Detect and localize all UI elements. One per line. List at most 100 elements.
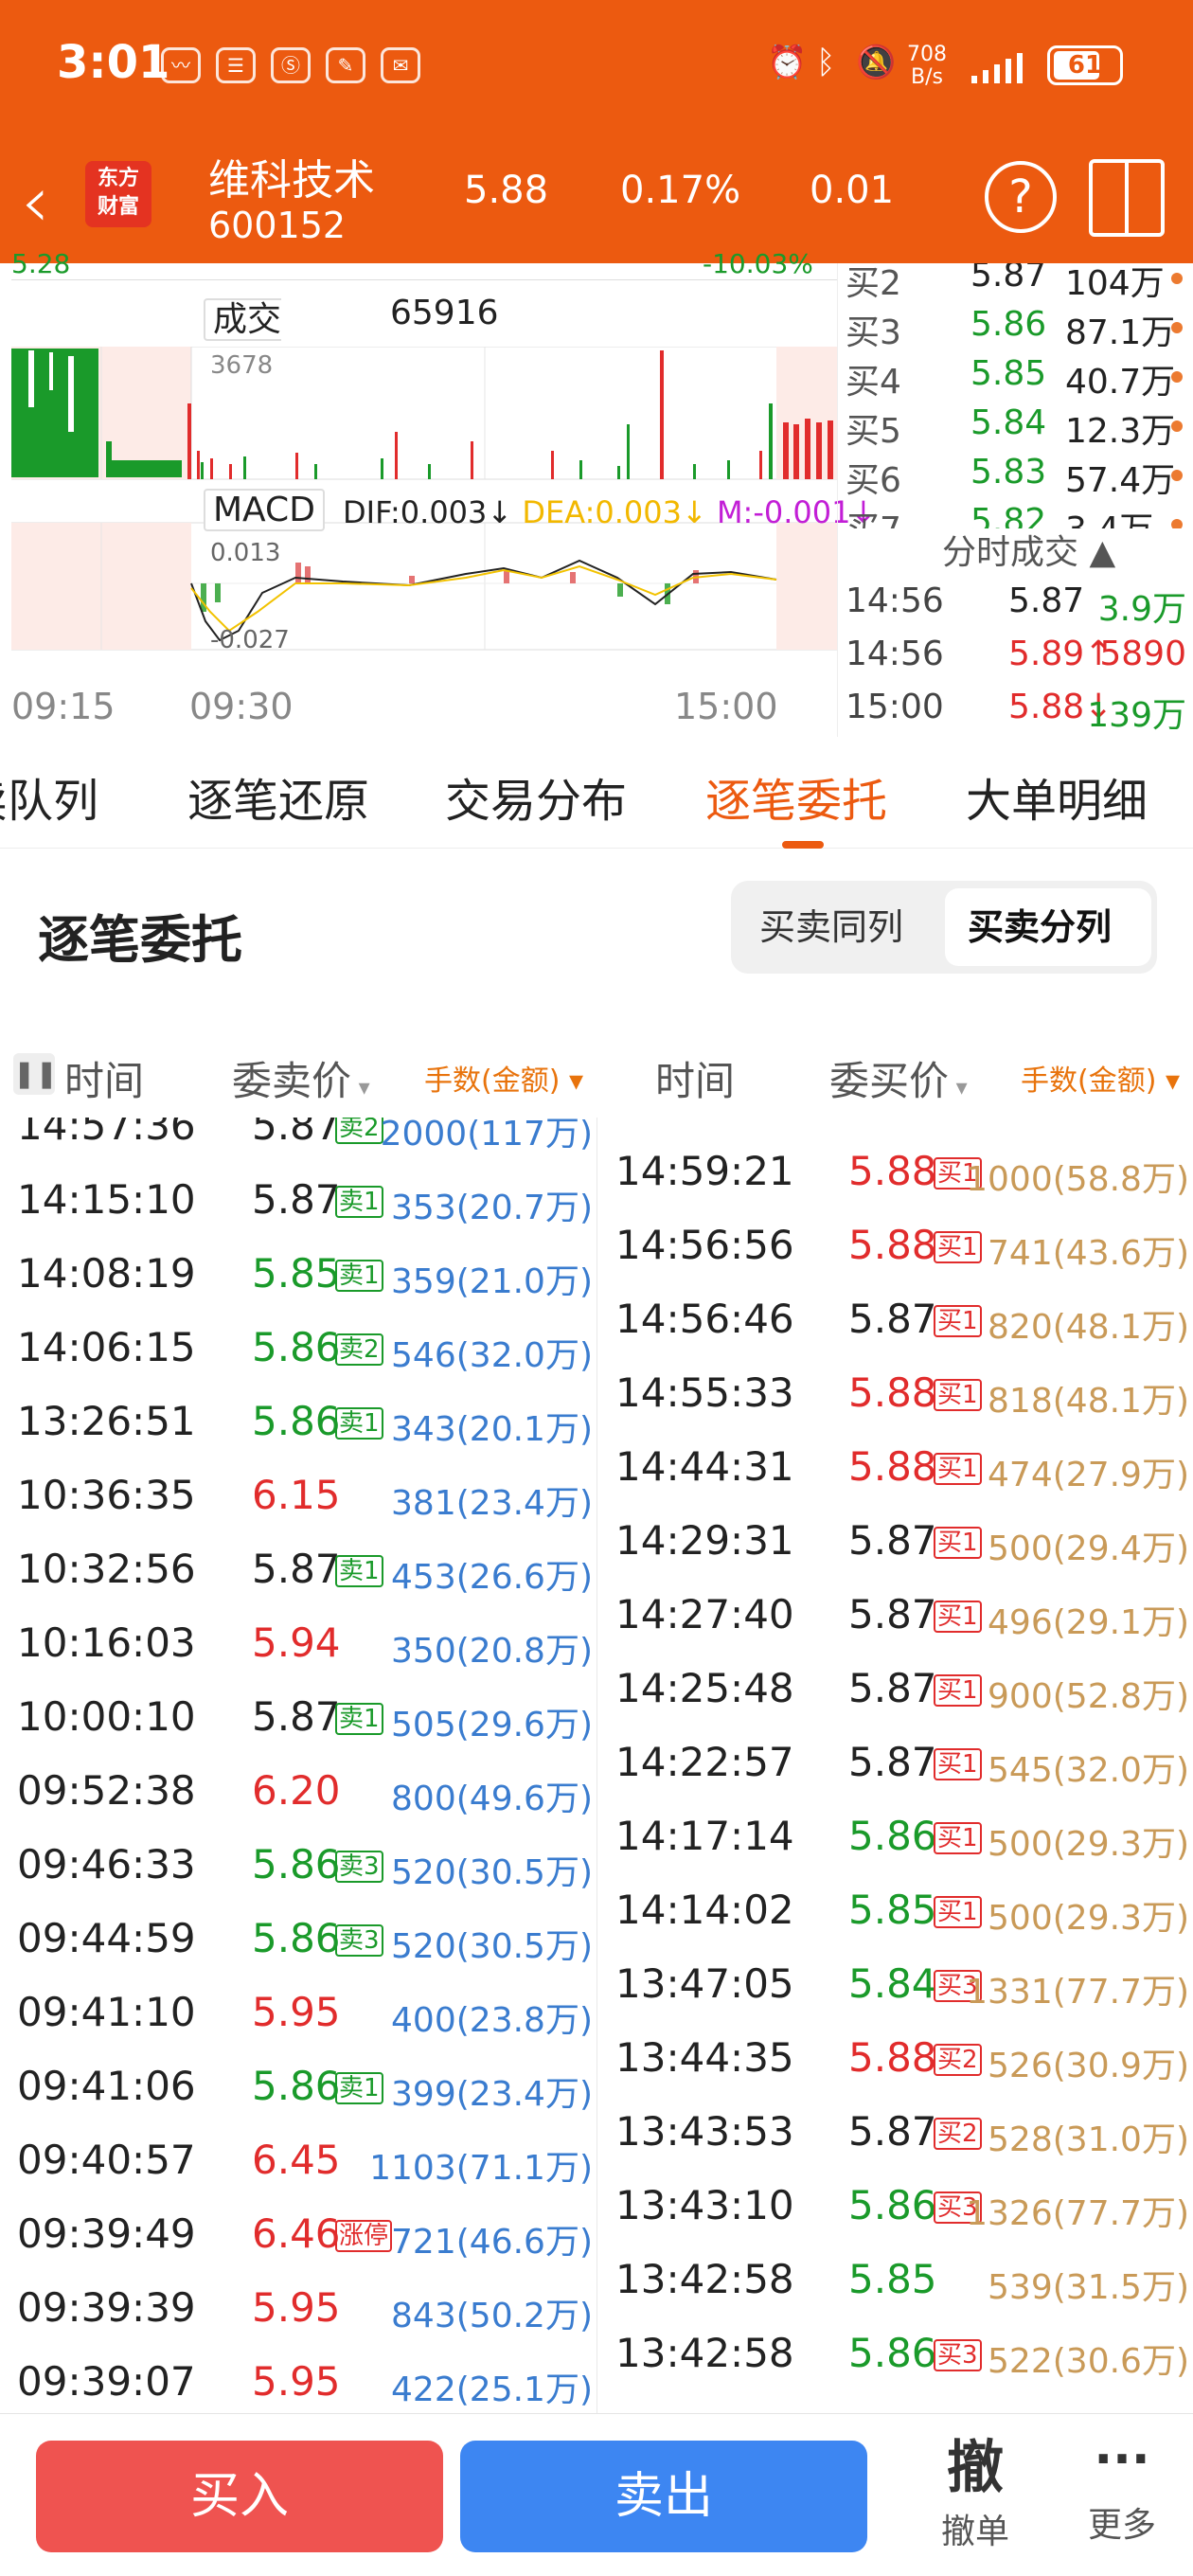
tab-large-orders[interactable]: 大单明细	[966, 763, 1148, 830]
order-price: 5.86	[848, 1813, 937, 1859]
buy-order-row: 13:43:53 5.87 买2 528(31.0万)	[598, 2097, 1193, 2171]
buy-button[interactable]: 买入	[36, 2441, 443, 2552]
order-tag: 买1	[934, 1305, 982, 1337]
order-tag: 买1	[934, 1674, 982, 1707]
order-book-price: 5.85	[970, 354, 1047, 393]
col-buy-price[interactable]: 委买价 ▾	[829, 1049, 968, 1107]
sell-order-row: 14:15:10 5.87 卖1 353(20.7万)	[0, 1165, 596, 1239]
order-time: 14:57:36	[17, 1118, 196, 1149]
help-icon[interactable]: ?	[985, 161, 1057, 233]
col-amount[interactable]: 手数(金额) ▾	[424, 1057, 583, 1099]
order-price: 5.87	[848, 1517, 937, 1564]
order-amount: 500(29.3万)	[988, 1825, 1189, 1864]
tab-order-by-order[interactable]: 逐笔委托	[705, 763, 887, 830]
buy-order-row: 14:55:33 5.88 买1 818(48.1万)	[598, 1358, 1193, 1432]
order-time: 14:25:48	[615, 1665, 794, 1711]
order-price: 5.94	[252, 1619, 341, 1666]
sell-order-row: 09:41:06 5.86 卖1 399(23.4万)	[0, 2051, 596, 2125]
segment-combined[interactable]: 买卖同列	[759, 898, 903, 950]
time-label-930: 09:30	[189, 686, 294, 727]
buy-order-row: 14:29:31 5.87 买1 500(29.4万)	[598, 1506, 1193, 1580]
order-book-volume: 104万	[1065, 264, 1165, 303]
tab-tick-restore[interactable]: 逐笔还原	[187, 763, 369, 830]
buy-order-row: 13:47:05 5.84 买3 1331(77.7万)	[598, 1949, 1193, 2023]
order-time: 09:40:57	[17, 2137, 196, 2183]
buy-order-row: 14:17:14 5.86 买1 500(29.3万)	[598, 1801, 1193, 1875]
order-book-dot-icon	[1171, 470, 1183, 481]
buy-order-row: 13:44:35 5.88 买2 526(30.9万)	[598, 2023, 1193, 2097]
order-time: 13:42:58	[615, 2256, 794, 2302]
stock-header: ‹ 东方 财富 维科技术 600152 5.88 0.17% 0.01 ?	[0, 140, 1193, 263]
order-price: 5.86	[252, 2063, 341, 2109]
order-price: 5.88	[848, 2034, 937, 2081]
more-button[interactable]: ··· 更多	[1079, 2422, 1165, 2547]
pause-icon[interactable]: ❚❚	[13, 1053, 58, 1095]
order-price: 5.87	[252, 1118, 341, 1149]
split-panel-icon[interactable]	[1089, 159, 1165, 237]
sell-order-row: 09:41:10 5.95 400(23.8万)	[0, 1977, 596, 2051]
segment-split[interactable]: 买卖分列	[968, 898, 1112, 950]
stock-name[interactable]: 维科技术	[208, 146, 375, 206]
macd-axis-top: 0.013	[210, 539, 280, 567]
sell-order-row: 09:44:59 5.86 卖3 520(30.5万)	[0, 1904, 596, 1977]
order-time: 14:27:40	[615, 1591, 794, 1637]
order-time: 14:56:46	[615, 1296, 794, 1342]
mute-icon: 🔕	[856, 44, 897, 81]
order-price: 5.95	[252, 2358, 341, 2405]
order-book-label: 买2	[846, 264, 901, 303]
order-price: 5.86	[848, 2330, 937, 2376]
back-icon[interactable]: ‹	[21, 159, 49, 243]
order-tag: 卖1	[335, 1186, 383, 1218]
tick-row: 15:00 5.88↓ 139万	[838, 688, 1193, 741]
tick-time: 15:00	[846, 688, 944, 726]
order-time: 13:42:58	[615, 2330, 794, 2376]
order-book-row: 买2 5.87 104万	[838, 263, 1193, 305]
tick-volume: 5890	[1099, 635, 1186, 673]
order-tag: 买1	[934, 1231, 982, 1263]
section-title: 逐笔委托	[38, 910, 242, 970]
order-amount: 545(32.0万)	[988, 1751, 1189, 1790]
col-amount-buy[interactable]: 手数(金额) ▾	[1021, 1057, 1180, 1099]
order-time: 09:39:49	[17, 2210, 196, 2257]
order-amount: 496(29.1万)	[988, 1603, 1189, 1642]
tick-price: 5.89↑	[1008, 635, 1113, 673]
sell-order-row: 09:39:07 5.95 422(25.1万)	[0, 2347, 596, 2413]
order-price: 6.15	[252, 1472, 341, 1518]
order-price: 6.45	[252, 2137, 341, 2183]
order-amount: 500(29.4万)	[988, 1530, 1189, 1568]
order-time: 09:52:38	[17, 1767, 196, 1814]
tick-header[interactable]: 分时成交 ▲	[942, 525, 1115, 574]
tab-sell-queue[interactable]: 卖队列	[0, 763, 98, 830]
sell-button[interactable]: 卖出	[460, 2441, 867, 2552]
order-time: 14:56:56	[615, 1222, 794, 1268]
sell-order-row: 09:52:38 6.20 800(49.6万)	[0, 1756, 596, 1830]
buy-order-row: 14:25:48 5.87 买1 900(52.8万)	[598, 1654, 1193, 1727]
col-sell-price[interactable]: 委卖价 ▾	[232, 1049, 370, 1107]
order-book-label: 买6	[846, 461, 901, 500]
order-tag: 买3	[934, 2339, 982, 2371]
tab-trade-distribution[interactable]: 交易分布	[445, 763, 627, 830]
cancel-icon: 撤	[947, 2435, 1004, 2501]
order-tag: 买1	[934, 1453, 982, 1485]
tick-row: 14:56 5.89↑ 5890	[838, 635, 1193, 688]
order-time: 14:22:57	[615, 1739, 794, 1785]
order-price: 6.20	[252, 1767, 341, 1814]
sell-order-row: 10:00:10 5.87 卖1 505(29.6万)	[0, 1682, 596, 1756]
order-price: 5.86	[252, 1324, 341, 1370]
order-tag: 卖1	[335, 1260, 383, 1292]
signal-icon	[968, 49, 1036, 83]
order-price: 5.86	[252, 1915, 341, 1961]
column-header: ❚❚ 时间 委卖价 ▾ 手数(金额) ▾ 时间 委买价 ▾ 手数(金额) ▾	[0, 1032, 1193, 1118]
order-book-price: 5.84	[970, 403, 1047, 442]
order-price: 5.87	[848, 1739, 937, 1785]
macd-selector[interactable]: MACD	[204, 489, 325, 531]
order-amount: 422(25.1万)	[391, 2370, 593, 2409]
cancel-order-button[interactable]: 撤 撤单	[937, 2422, 1013, 2553]
order-time: 14:15:10	[17, 1176, 196, 1223]
sell-order-row: 14:06:15 5.86 卖2 546(32.0万)	[0, 1313, 596, 1386]
sell-order-row: 09:39:39 5.95 843(50.2万)	[0, 2273, 596, 2347]
buy-order-row: 14:56:46 5.87 买1 820(48.1万)	[598, 1284, 1193, 1358]
sell-order-row: 10:16:03 5.94 350(20.8万)	[0, 1608, 596, 1682]
order-amount: 1331(77.7万)	[966, 1973, 1189, 2012]
order-time: 10:36:35	[17, 1472, 196, 1518]
